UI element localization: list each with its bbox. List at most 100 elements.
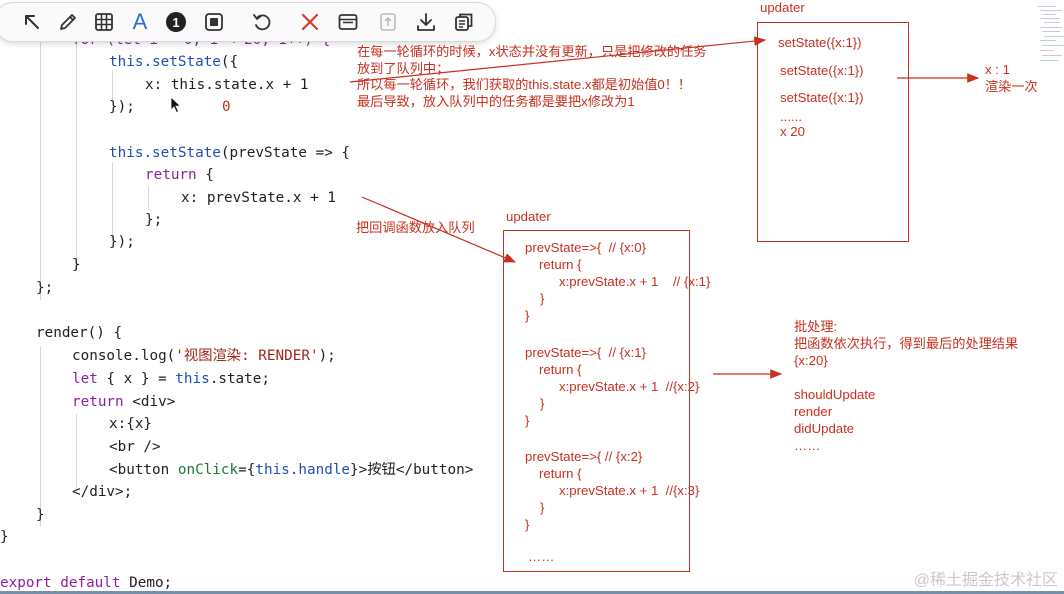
code-text: this.handle bbox=[255, 462, 351, 478]
callback-line: x:prevState.x + 1 // {x:1} bbox=[559, 274, 711, 289]
pen-tool-button[interactable] bbox=[51, 3, 85, 41]
callback-line: } bbox=[540, 500, 545, 515]
text-tool-icon: A bbox=[132, 9, 148, 34]
undo-button[interactable] bbox=[245, 3, 279, 41]
watermark: @稀土掘金技术社区 bbox=[913, 572, 1058, 589]
code-line-console: console.log('视图渲染: RENDER'); bbox=[72, 346, 336, 366]
code-line-prevstate: x: prevState.x + 1 bbox=[181, 188, 336, 208]
screen: for (let i = 0; i < 20; i++) { this.setS… bbox=[0, 0, 1064, 594]
code-text: render() { bbox=[36, 325, 123, 341]
annotation-toolbar: A 1 bbox=[0, 2, 496, 42]
updater-queue-box-bottom: prevState=>{ // {x:0} return { x:prevSta… bbox=[503, 230, 710, 572]
code-line-close-render: } bbox=[36, 505, 45, 525]
code-text: .setState bbox=[143, 54, 221, 70]
pin-icon bbox=[380, 13, 396, 31]
callback-line: return { bbox=[539, 257, 582, 272]
code-text: </div>; bbox=[72, 484, 133, 500]
mouse-cursor-icon bbox=[170, 96, 182, 114]
code-text: } bbox=[0, 529, 9, 545]
code-text: <br /> bbox=[109, 439, 161, 455]
code-text: this bbox=[109, 145, 144, 161]
code-text: } bbox=[36, 507, 45, 523]
arrow-tool-icon bbox=[25, 15, 39, 29]
code-text: let bbox=[72, 371, 98, 387]
code-line-render: render() { bbox=[36, 323, 122, 343]
queue-count: x 20 bbox=[780, 124, 805, 139]
queue-ellipsis: ...... bbox=[780, 109, 802, 124]
indent-guide bbox=[76, 40, 77, 270]
code-text: }; bbox=[145, 212, 163, 228]
indent-guide bbox=[112, 70, 113, 100]
code-text: (prevState => { bbox=[220, 145, 351, 161]
loop-explanation-note: 在每一轮循环的时候，x状态并没有更新，只是把修改的任务 放到了队列中； 所以每一… bbox=[357, 44, 707, 109]
callback-queue-note: 把回调函数放入队列 bbox=[356, 220, 475, 235]
callback-line: } bbox=[540, 291, 545, 306]
indent-guide bbox=[40, 346, 41, 526]
step-number-tool-button[interactable]: 1 bbox=[159, 3, 193, 41]
code-text: { bbox=[196, 167, 214, 183]
grid-tool-button[interactable] bbox=[87, 3, 121, 41]
callback-line: prevState=>{ // {x:2} bbox=[525, 449, 643, 464]
text-tool-button[interactable]: A bbox=[123, 3, 157, 41]
code-line-return-div: return <div> bbox=[72, 392, 175, 412]
minimap-line bbox=[1040, 10, 1062, 11]
callback-line: return { bbox=[539, 466, 582, 481]
code-text: ({ bbox=[220, 54, 239, 70]
code-line-close-2: }); bbox=[109, 232, 135, 252]
queue-item: setState({x:1}) bbox=[780, 63, 864, 78]
copy-icon bbox=[455, 13, 473, 31]
code-text: this bbox=[109, 54, 144, 70]
code-text: x:{x} bbox=[109, 416, 153, 432]
code-text: }); bbox=[109, 99, 135, 115]
arrow-tool-button[interactable] bbox=[15, 3, 49, 41]
pin-button[interactable] bbox=[371, 3, 405, 41]
close-button[interactable] bbox=[293, 3, 327, 41]
minimap-line bbox=[1040, 27, 1062, 28]
code-line-setstate-1: this.setState({ bbox=[109, 52, 238, 72]
step-number-tool-icon: 1 bbox=[166, 12, 186, 32]
code-text: }>按钮</button> bbox=[350, 462, 474, 478]
minimap-line bbox=[1042, 31, 1060, 32]
code-line-br: <br /> bbox=[109, 437, 161, 457]
copy-button[interactable] bbox=[447, 3, 481, 41]
queue-item: setState({x:1}) bbox=[780, 90, 864, 105]
code-line-close-class: } bbox=[0, 527, 9, 547]
code-text: x: this.state.x + 1 bbox=[145, 77, 309, 93]
minimap-line bbox=[1042, 14, 1056, 15]
minimap-line bbox=[1044, 36, 1064, 37]
updater-queue-box-top: setState({x:1}) setState({x:1}) setState… bbox=[757, 22, 909, 242]
code-text: <div> bbox=[123, 394, 176, 410]
grid-tool-icon bbox=[95, 13, 113, 31]
code-line-close-obj: }; bbox=[145, 210, 162, 230]
minimap-line bbox=[1044, 22, 1060, 23]
code-text: ); bbox=[318, 348, 336, 364]
updater-title-top: updater bbox=[760, 0, 805, 15]
callback-line: } bbox=[525, 517, 530, 532]
window-capture-button[interactable] bbox=[331, 3, 365, 41]
minimap-line bbox=[1038, 6, 1056, 7]
callback-line: x:prevState.x + 1 //{x:3} bbox=[559, 483, 700, 498]
rectangle-tool-button[interactable] bbox=[197, 3, 231, 41]
code-text: return bbox=[145, 167, 197, 183]
indent-guide bbox=[40, 40, 41, 300]
inline-zero-annotation: 0 bbox=[222, 97, 231, 117]
code-line-close-for: } bbox=[72, 255, 81, 275]
minimap-line bbox=[1040, 40, 1056, 41]
batch-processing-note: 批处理: 把函数依次执行，得到最后的处理结果 {x:20} shouldUpda… bbox=[794, 319, 1019, 453]
callback-line: return { bbox=[539, 362, 582, 377]
code-text: x: prevState.x + 1 bbox=[181, 190, 336, 206]
callback-line: } bbox=[540, 396, 545, 411]
code-line-close-div: </div>; bbox=[72, 482, 132, 502]
code-text: this bbox=[175, 371, 210, 387]
code-text: <button bbox=[109, 462, 178, 478]
undo-icon bbox=[253, 14, 271, 31]
code-text: ={ bbox=[238, 462, 256, 478]
indent-guide bbox=[112, 162, 113, 242]
download-button[interactable] bbox=[409, 3, 443, 41]
minimap-line bbox=[1040, 50, 1054, 51]
pen-tool-icon bbox=[60, 14, 76, 30]
minimap-line bbox=[1040, 18, 1060, 19]
code-text: }); bbox=[109, 234, 135, 250]
download-icon bbox=[417, 13, 435, 31]
indent-guide bbox=[148, 186, 149, 210]
